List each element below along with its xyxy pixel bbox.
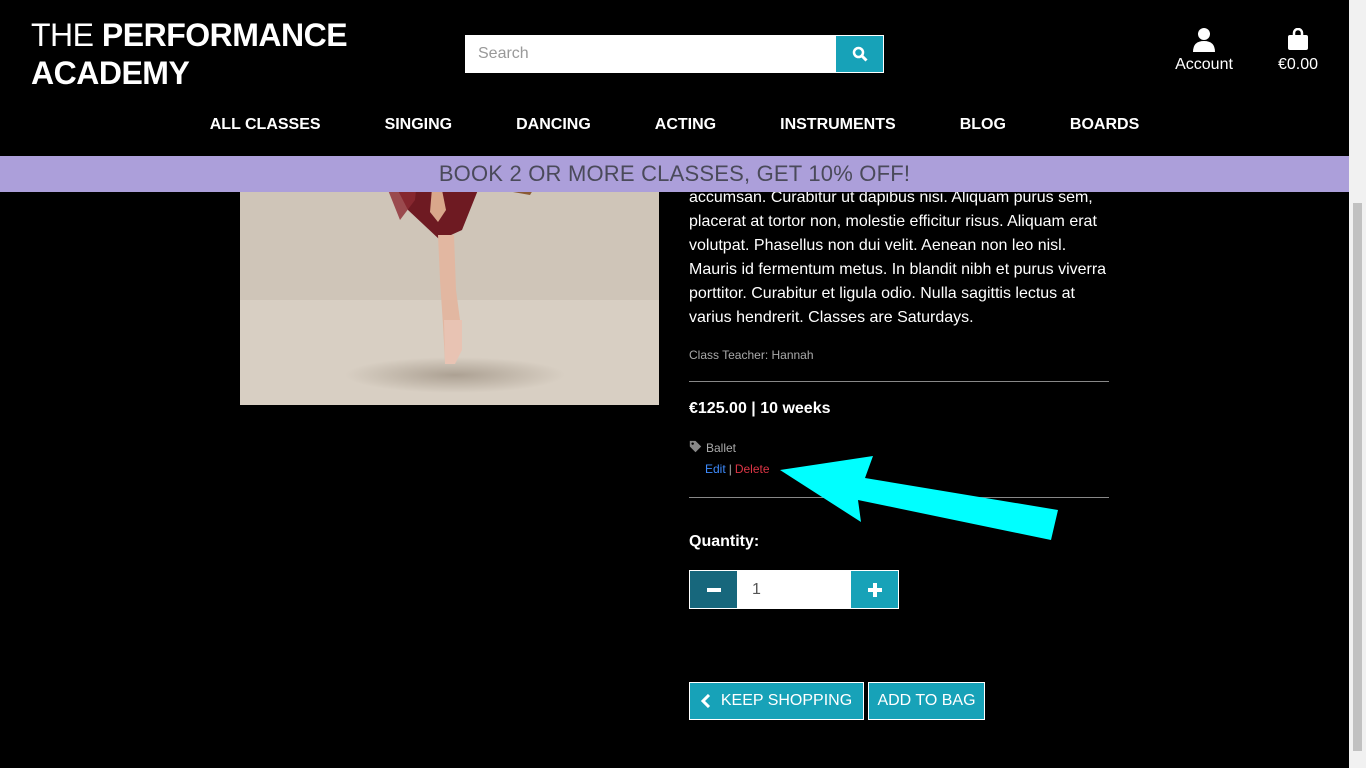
search-button[interactable] xyxy=(835,35,884,73)
edit-link[interactable]: Edit xyxy=(705,462,726,476)
scrollbar-thumb[interactable] xyxy=(1353,203,1362,751)
site-logo[interactable]: THE PERFORMANCE ACADEMY xyxy=(31,16,348,92)
quantity-input[interactable]: 1 xyxy=(738,570,850,609)
account-label: Account xyxy=(1175,56,1233,73)
search-icon xyxy=(852,46,868,62)
admin-links: Edit | Delete xyxy=(705,462,770,476)
logo-text-academy: ACADEMY xyxy=(31,55,190,91)
chevron-left-icon xyxy=(700,694,710,708)
user-icon xyxy=(1193,28,1215,52)
bag-total: €0.00 xyxy=(1277,56,1319,73)
keep-shopping-button[interactable]: KEEP SHOPPING xyxy=(689,682,864,720)
account-menu[interactable]: Account xyxy=(1170,28,1238,74)
decrement-button[interactable] xyxy=(689,570,738,609)
logo-text-performance: PERFORMANCE xyxy=(101,17,348,53)
delete-link[interactable]: Delete xyxy=(735,462,770,476)
scrollbar[interactable] xyxy=(1349,0,1366,768)
quantity-label: Quantity: xyxy=(689,533,760,550)
tag-label: Ballet xyxy=(706,441,737,455)
annotation-arrow xyxy=(780,456,1058,540)
product-description: accumsan. Curabitur ut dapibus nisi. Ali… xyxy=(689,189,1107,326)
nav-blog[interactable]: BLOG xyxy=(960,116,1006,140)
tag-icon xyxy=(689,440,702,456)
link-separator: | xyxy=(728,462,732,476)
add-to-bag-button[interactable]: ADD TO BAG xyxy=(868,682,985,720)
nav-acting[interactable]: ACTING xyxy=(655,116,716,140)
search-input[interactable]: Search xyxy=(465,35,835,73)
site-header: THE PERFORMANCE ACADEMY Search Account €… xyxy=(0,0,1349,156)
main-nav: ALL CLASSES SINGING DANCING ACTING INSTR… xyxy=(0,116,1349,140)
divider xyxy=(689,381,1109,382)
plus-icon xyxy=(867,582,882,597)
category-tag[interactable]: Ballet xyxy=(689,440,736,456)
product-price: €125.00 | 10 weeks xyxy=(689,400,831,417)
nav-singing[interactable]: SINGING xyxy=(385,116,453,140)
shopping-bag[interactable]: €0.00 xyxy=(1270,28,1326,74)
minus-icon xyxy=(706,587,721,592)
shopping-bag-icon xyxy=(1288,28,1308,50)
promo-banner: BOOK 2 OR MORE CLASSES, GET 10% OFF! xyxy=(0,156,1349,192)
increment-button[interactable] xyxy=(850,570,899,609)
nav-dancing[interactable]: DANCING xyxy=(516,116,591,140)
quantity-stepper: 1 xyxy=(689,570,899,609)
class-teacher: Class Teacher: Hannah xyxy=(689,348,814,362)
nav-all-classes[interactable]: ALL CLASSES xyxy=(210,116,321,140)
nav-instruments[interactable]: INSTRUMENTS xyxy=(780,116,896,140)
logo-text-the: THE xyxy=(31,17,102,53)
search-bar: Search xyxy=(465,35,884,73)
nav-boards[interactable]: BOARDS xyxy=(1070,116,1139,140)
keep-shopping-label: KEEP SHOPPING xyxy=(720,692,853,709)
